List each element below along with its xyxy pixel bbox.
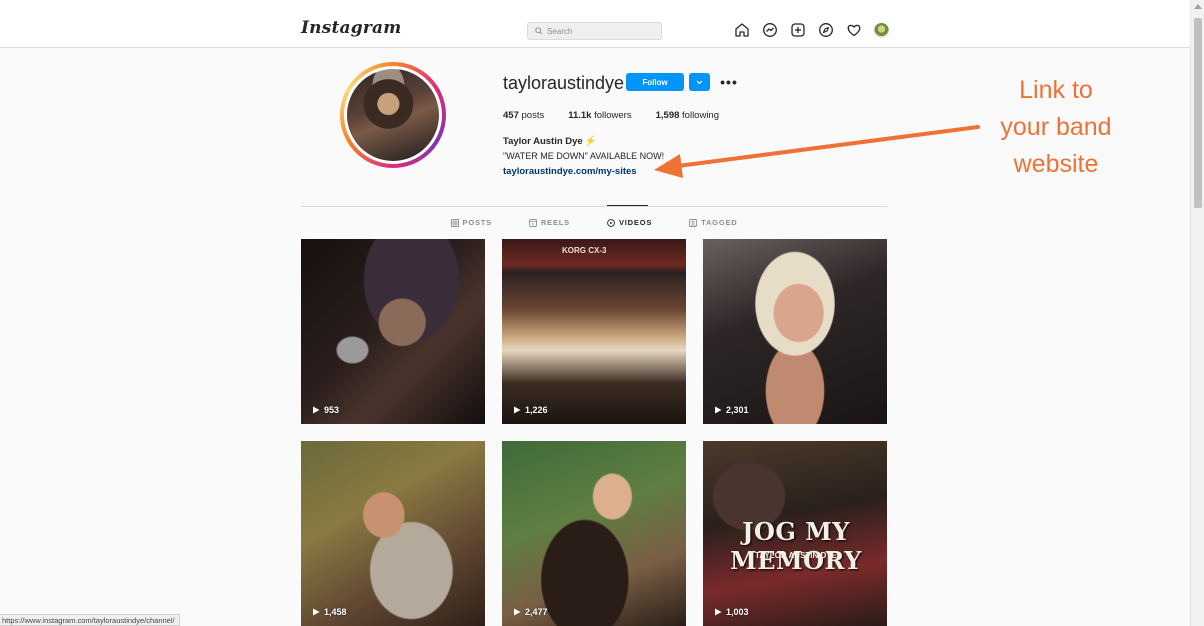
profile-tabs: POSTS REELS VIDEOS TAGGED [301,218,887,227]
view-count: 2,477 [513,607,548,617]
play-icon [715,406,722,414]
view-count-value: 953 [324,405,340,415]
top-navigation-bar: Instagram [0,0,1190,48]
profile-username: tayloraustindye [503,73,625,93]
view-count: 1,003 [714,607,749,617]
active-tab-indicator [607,205,648,206]
scrollbar-thumb[interactable] [1194,18,1202,208]
full-name-text: Taylor Austin Dye [503,136,583,147]
followers-label: followers [594,110,632,121]
page-scrollbar[interactable] [1190,0,1204,626]
instagram-logo[interactable]: Instagram [301,18,401,38]
video-tile[interactable]: 953 [301,239,485,424]
video-grid: 953 KORG CX-3 1,226 2,301 1,458 2,477 JO… [301,239,888,626]
video-overlay-title: JOG MY MEMORY [730,517,862,575]
play-icon [715,608,722,616]
keyboard-brand-text: KORG CX-3 [562,246,607,255]
new-post-icon[interactable] [790,22,806,38]
tabs-divider [301,206,887,207]
video-tile[interactable]: 1,458 [301,441,485,626]
tab-reels[interactable]: REELS [529,218,570,227]
view-count: 1,226 [513,405,548,415]
play-icon [313,406,320,414]
posts-stat: 457 posts [503,110,544,121]
home-icon[interactable] [734,22,750,38]
profile-full-name: Taylor Austin Dye ⚡ [503,136,597,147]
lightning-bolt-emoji-icon: ⚡ [584,136,597,147]
scroll-up-arrow-icon[interactable] [1194,4,1202,9]
tab-posts-label: POSTS [462,218,492,227]
tab-videos[interactable]: VIDEOS [607,218,652,227]
suggested-accounts-dropdown-button[interactable] [689,73,710,91]
video-tile[interactable]: 2,477 [502,441,686,626]
tab-videos-label: VIDEOS [618,218,653,227]
messenger-icon[interactable] [762,22,778,38]
video-tile[interactable]: JOG MY MEMORY TAYLOR AUSTIN DYE 1,003 [703,441,887,626]
annotation-line-3: website [1013,150,1099,178]
view-count-value: 1,226 [525,405,548,415]
search-icon [535,27,543,35]
posts-count: 457 [503,110,519,121]
annotation-callout: Link to your band website [986,72,1126,183]
profile-avatar[interactable] [874,22,889,38]
tab-tagged-label: TAGGED [701,218,738,227]
video-tile[interactable]: 2,301 [703,239,887,424]
search-input[interactable] [547,26,657,36]
view-count-value: 1,458 [324,607,347,617]
browser-status-url: https://www.instagram.com/tayloraustindy… [0,614,180,626]
view-count-value: 2,477 [525,607,548,617]
profile-picture[interactable] [344,66,442,164]
bio-website-link[interactable]: tayloraustindye.com/my-sites [503,166,637,177]
video-tile[interactable]: KORG CX-3 1,226 [502,239,686,424]
posts-label: posts [521,110,545,121]
nav-icons [734,22,889,38]
view-count: 2,301 [714,405,749,415]
followers-stat[interactable]: 11.1k followers [568,110,631,121]
annotation-arrow [654,125,980,178]
view-count-value: 2,301 [726,405,749,415]
reels-icon [529,218,537,227]
more-options-button[interactable]: ••• [720,73,738,91]
annotation-line-2: your band [1000,113,1112,141]
explore-icon[interactable] [818,22,834,38]
chevron-down-icon [696,80,703,84]
followers-count: 11.1k [568,110,592,121]
view-count-value: 1,003 [726,607,749,617]
play-icon [514,608,521,616]
view-count: 953 [312,405,339,415]
view-count: 1,458 [312,607,347,617]
tab-reels-label: REELS [540,218,570,227]
video-icon [607,218,615,227]
play-icon [313,608,320,616]
annotation-line-1: Link to [1019,76,1093,104]
video-overlay-subtitle: TAYLOR AUSTIN DYE [755,551,837,560]
tab-tagged[interactable]: TAGGED [689,218,737,227]
tab-posts[interactable]: POSTS [450,218,492,227]
tagged-icon [689,218,698,227]
follow-button[interactable]: Follow [626,73,684,91]
play-icon [514,406,521,414]
search-box[interactable] [527,22,662,40]
grid-icon [450,218,459,227]
profile-picture-story-ring[interactable] [340,62,446,168]
activity-heart-icon[interactable] [846,22,862,38]
